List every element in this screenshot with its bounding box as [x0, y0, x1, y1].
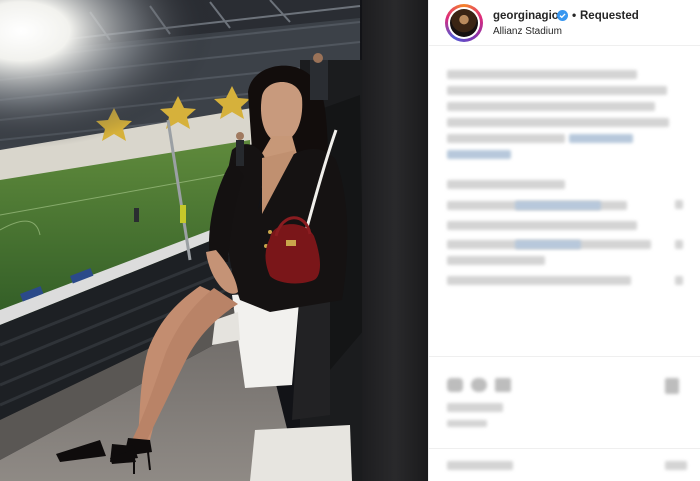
post-photo[interactable]: [0, 0, 428, 481]
heart-icon[interactable]: [447, 378, 463, 392]
avatar[interactable]: [445, 4, 483, 42]
bookmark-icon[interactable]: [665, 378, 679, 394]
avatar-ring-inner: [448, 7, 480, 39]
comment-icon[interactable]: [471, 378, 487, 392]
share-icon[interactable]: [495, 378, 511, 392]
comment-divider: [429, 448, 700, 449]
follow-requested-button[interactable]: Requested: [580, 10, 639, 22]
post-side-panel: georginagio • Requested Allianz Stadium: [428, 0, 700, 481]
header-separator: •: [572, 8, 577, 22]
avatar-photo: [450, 9, 478, 37]
stadium-photo: [0, 0, 428, 481]
location-link[interactable]: Allianz Stadium: [493, 26, 562, 37]
verified-badge-icon: [557, 10, 568, 21]
actions-divider: [429, 356, 700, 357]
username-link[interactable]: georginagio: [493, 10, 559, 22]
post-header: georginagio • Requested Allianz Stadium: [429, 0, 700, 46]
